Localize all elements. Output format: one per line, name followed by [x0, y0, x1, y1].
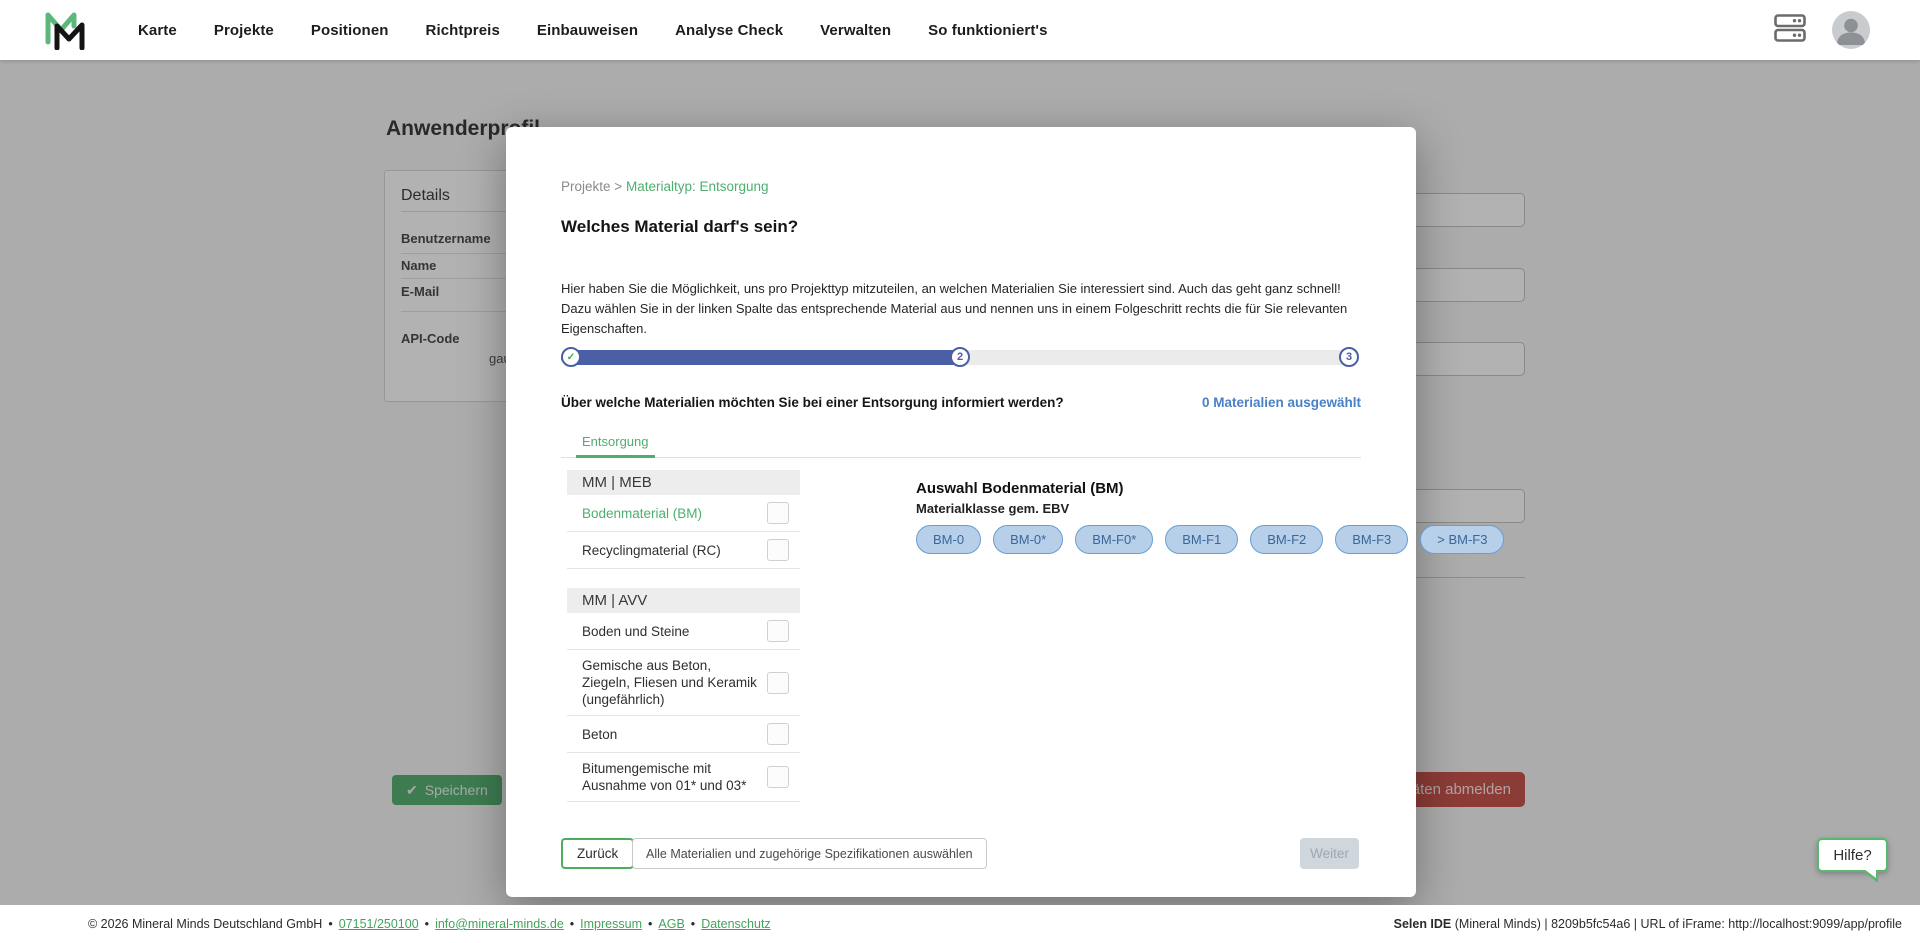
material-class-chip[interactable]: BM-F0* [1075, 525, 1153, 554]
material-group-items: Boden und Steine Gemische aus Beton, Zie… [567, 613, 800, 802]
dialog-footer-buttons: Zurück Alle Materialien und zugehörige S… [561, 838, 1361, 869]
material-label: Bodenmaterial (BM) [582, 505, 767, 522]
footer-links: • 07151/250100 • info@mineral-minds.de •… [322, 917, 770, 931]
step-3-indicator: 3 [1339, 347, 1359, 367]
material-checkbox[interactable] [767, 723, 789, 745]
material-class-chip[interactable]: BM-F3 [1335, 525, 1408, 554]
material-list-item[interactable]: Gemische aus Beton, Ziegeln, Fliesen und… [567, 650, 800, 716]
material-class-chip[interactable]: BM-F2 [1250, 525, 1323, 554]
ide-info: (Mineral Minds) | 8209b5fc54a6 | URL of … [1451, 917, 1902, 931]
nav-menu: Karte Projekte Positionen Richtpreis Einbauw… [138, 0, 1048, 60]
nav-menu-item[interactable]: Richtpreis [426, 22, 500, 39]
select-all-materials-button[interactable]: Alle Materialien und zugehörige Spezifik… [632, 838, 987, 869]
material-class-chip[interactable]: BM-0* [993, 525, 1063, 554]
material-class-chip[interactable]: BM-F1 [1165, 525, 1238, 554]
material-list-item[interactable]: Beton [567, 716, 800, 753]
breadcrumb-root[interactable]: Projekte [561, 179, 611, 194]
step-1-done-indicator: ✓ [561, 347, 581, 367]
nav-menu-item[interactable]: So funktioniert's [928, 22, 1047, 39]
progress-fill [561, 350, 967, 365]
page-footer: © 2026 Mineral Minds Deutschland GmbH • … [0, 905, 1920, 943]
material-checkbox[interactable] [767, 502, 789, 524]
material-group-header: MM | MEB [567, 470, 800, 495]
material-list-item[interactable]: Boden und Steine [567, 613, 800, 650]
nav-menu-item[interactable]: Karte [138, 22, 177, 39]
copyright-text: © 2026 Mineral Minds Deutschland GmbH [88, 917, 322, 931]
nav-right-controls [1774, 0, 1870, 60]
footer-link[interactable]: Impressum [580, 917, 642, 931]
material-checkbox[interactable] [767, 672, 789, 694]
ide-name: Selen IDE [1394, 917, 1452, 931]
material-label: Boden und Steine [582, 623, 767, 640]
selected-materials-count-link[interactable]: 0 Materialien ausgewählt [1202, 395, 1361, 410]
nav-menu-item[interactable]: Einbauweisen [537, 22, 638, 39]
nav-menu-item[interactable]: Positionen [311, 22, 389, 39]
step-2-indicator: 2 [950, 347, 970, 367]
next-button-disabled[interactable]: Weiter [1300, 838, 1359, 869]
nav-menu-item[interactable]: Analyse Check [675, 22, 783, 39]
footer-separator: • [648, 917, 652, 931]
tab-bar: Entsorgung [561, 427, 1361, 458]
selection-title: Auswahl Bodenmaterial (BM) [916, 480, 1367, 497]
breadcrumb-current: Materialtyp: Entsorgung [626, 179, 769, 194]
progress-stepper: ✓ 2 3 [561, 346, 1359, 368]
server-icon[interactable] [1774, 14, 1806, 47]
screen: Anwenderprofil Details Benutzername Name… [0, 0, 1920, 943]
help-bubble-tail-fill [1864, 869, 1876, 878]
material-checkbox[interactable] [767, 539, 789, 561]
footer-separator: • [425, 917, 429, 931]
footer-link[interactable]: 07151/250100 [339, 917, 419, 931]
material-label: Beton [582, 726, 767, 743]
material-checkbox[interactable] [767, 620, 789, 642]
tab-entsorgung[interactable]: Entsorgung [576, 434, 655, 458]
material-list: MM | MEB Bodenmaterial (BM) Recyclingmat… [567, 470, 800, 802]
material-label: Bitumengemische mit Ausnahme von 01* und… [582, 760, 767, 794]
footer-separator: • [570, 917, 574, 931]
material-class-chip[interactable]: > BM-F3 [1420, 525, 1504, 554]
nav-menu-item[interactable]: Verwalten [820, 22, 891, 39]
material-selection-dialog: Projekte > Materialtyp: Entsorgung Welch… [506, 127, 1416, 897]
material-list-item[interactable]: Bitumengemische mit Ausnahme von 01* und… [567, 753, 800, 802]
mineral-minds-logo-icon[interactable] [44, 10, 86, 50]
dialog-description: Hier haben Sie die Möglichkeit, uns pro … [561, 279, 1373, 339]
question-text: Über welche Materialien möchten Sie bei … [561, 395, 1064, 410]
question-row: Über welche Materialien möchten Sie bei … [561, 395, 1361, 410]
breadcrumb-separator: > [614, 179, 622, 194]
footer-separator: • [328, 917, 332, 931]
material-class-chip[interactable]: BM-0 [916, 525, 981, 554]
material-checkbox[interactable] [767, 766, 789, 788]
footer-link[interactable]: info@mineral-minds.de [435, 917, 564, 931]
footer-left: © 2026 Mineral Minds Deutschland GmbH • … [88, 917, 771, 931]
top-navbar: Karte Projekte Positionen Richtpreis Einbauw… [0, 0, 1920, 60]
nav-menu-item[interactable]: Projekte [214, 22, 274, 39]
selection-subtitle: Materialklasse gem. EBV [916, 501, 1367, 516]
footer-link[interactable]: Datenschutz [701, 917, 770, 931]
help-bubble-button[interactable]: Hilfe? [1817, 838, 1888, 872]
footer-separator: • [691, 917, 695, 931]
dialog-columns: MM | MEB Bodenmaterial (BM) Recyclingmat… [567, 470, 1367, 802]
footer-right: Selen IDE (Mineral Minds) | 8209b5fc54a6… [1394, 917, 1902, 931]
material-label: Gemische aus Beton, Ziegeln, Fliesen und… [582, 657, 767, 708]
help-label: Hilfe? [1833, 847, 1871, 864]
material-group-header: MM | AVV [567, 588, 800, 613]
material-list-item[interactable]: Recyclingmaterial (RC) [567, 532, 800, 569]
dialog-title: Welches Material darf's sein? [561, 217, 798, 237]
breadcrumb: Projekte > Materialtyp: Entsorgung [561, 179, 769, 194]
material-group-items: Bodenmaterial (BM) Recyclingmaterial (RC… [567, 495, 800, 569]
material-class-chips: BM-0BM-0*BM-F0*BM-F1BM-F2BM-F3> BM-F3 [916, 525, 1367, 554]
user-avatar[interactable] [1832, 11, 1870, 49]
selection-panel: Auswahl Bodenmaterial (BM) Materialklass… [916, 480, 1367, 554]
back-button[interactable]: Zurück [561, 838, 634, 869]
material-label: Recyclingmaterial (RC) [582, 542, 767, 559]
material-list-item[interactable]: Bodenmaterial (BM) [567, 495, 800, 532]
footer-link[interactable]: AGB [658, 917, 684, 931]
